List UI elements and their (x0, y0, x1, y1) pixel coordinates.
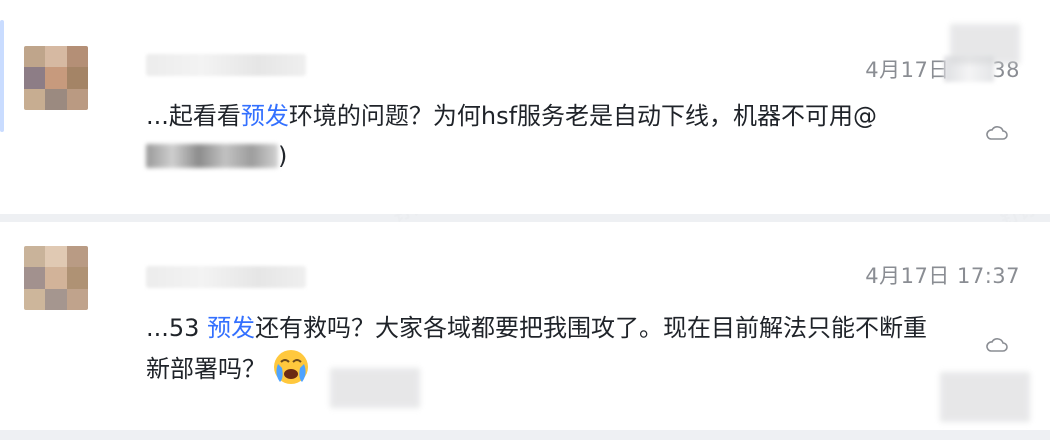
message-time: 4月17日 17:37 (865, 264, 1020, 288)
mention-redacted[interactable] (146, 144, 278, 168)
crying-face-emoji (274, 350, 308, 384)
message-suffix: ) (278, 142, 288, 170)
message-text[interactable]: ...起看看预发环境的问题？为何hsf服务老是自动下线，机器不可用@) (146, 96, 936, 176)
message-list: 钉钉 钉钉 钉钉 钉钉 4月17日 17:38 ...起看看预发环境的问题？为何… (0, 0, 1050, 440)
message-card[interactable]: 4月17日 17:37 ...53 预发还有救吗？大家各域都要把我围攻了。现在目… (0, 222, 1050, 430)
redaction-patch (940, 372, 1030, 422)
unread-indicator (0, 20, 4, 132)
message-body: 环境的问题？为何hsf服务老是自动下线，机器不可用@ (288, 102, 878, 130)
message-text[interactable]: ...53 预发还有救吗？大家各域都要把我围攻了。现在目前解法只能不断重新部署吗… (146, 308, 936, 389)
sender-name[interactable] (146, 54, 306, 76)
keyword-highlight[interactable]: 预发 (207, 314, 255, 342)
message-prefix: ...起看看 (146, 102, 241, 130)
redaction-patch (950, 24, 1020, 64)
avatar[interactable] (24, 46, 88, 110)
message-prefix: ...53 (146, 314, 208, 342)
cloud-icon (986, 338, 1008, 352)
avatar[interactable] (24, 246, 88, 310)
redaction-patch (330, 368, 420, 408)
message-card[interactable]: 4月17日 17:38 ...起看看预发环境的问题？为何hsf服务老是自动下线，… (0, 0, 1050, 214)
keyword-highlight[interactable]: 预发 (241, 102, 289, 130)
message-body: 还有救吗？大家各域都要把我围攻了。现在目前解法只能不断重新部署吗？ (146, 314, 928, 383)
sender-name[interactable] (146, 266, 306, 288)
cloud-icon (986, 126, 1008, 140)
